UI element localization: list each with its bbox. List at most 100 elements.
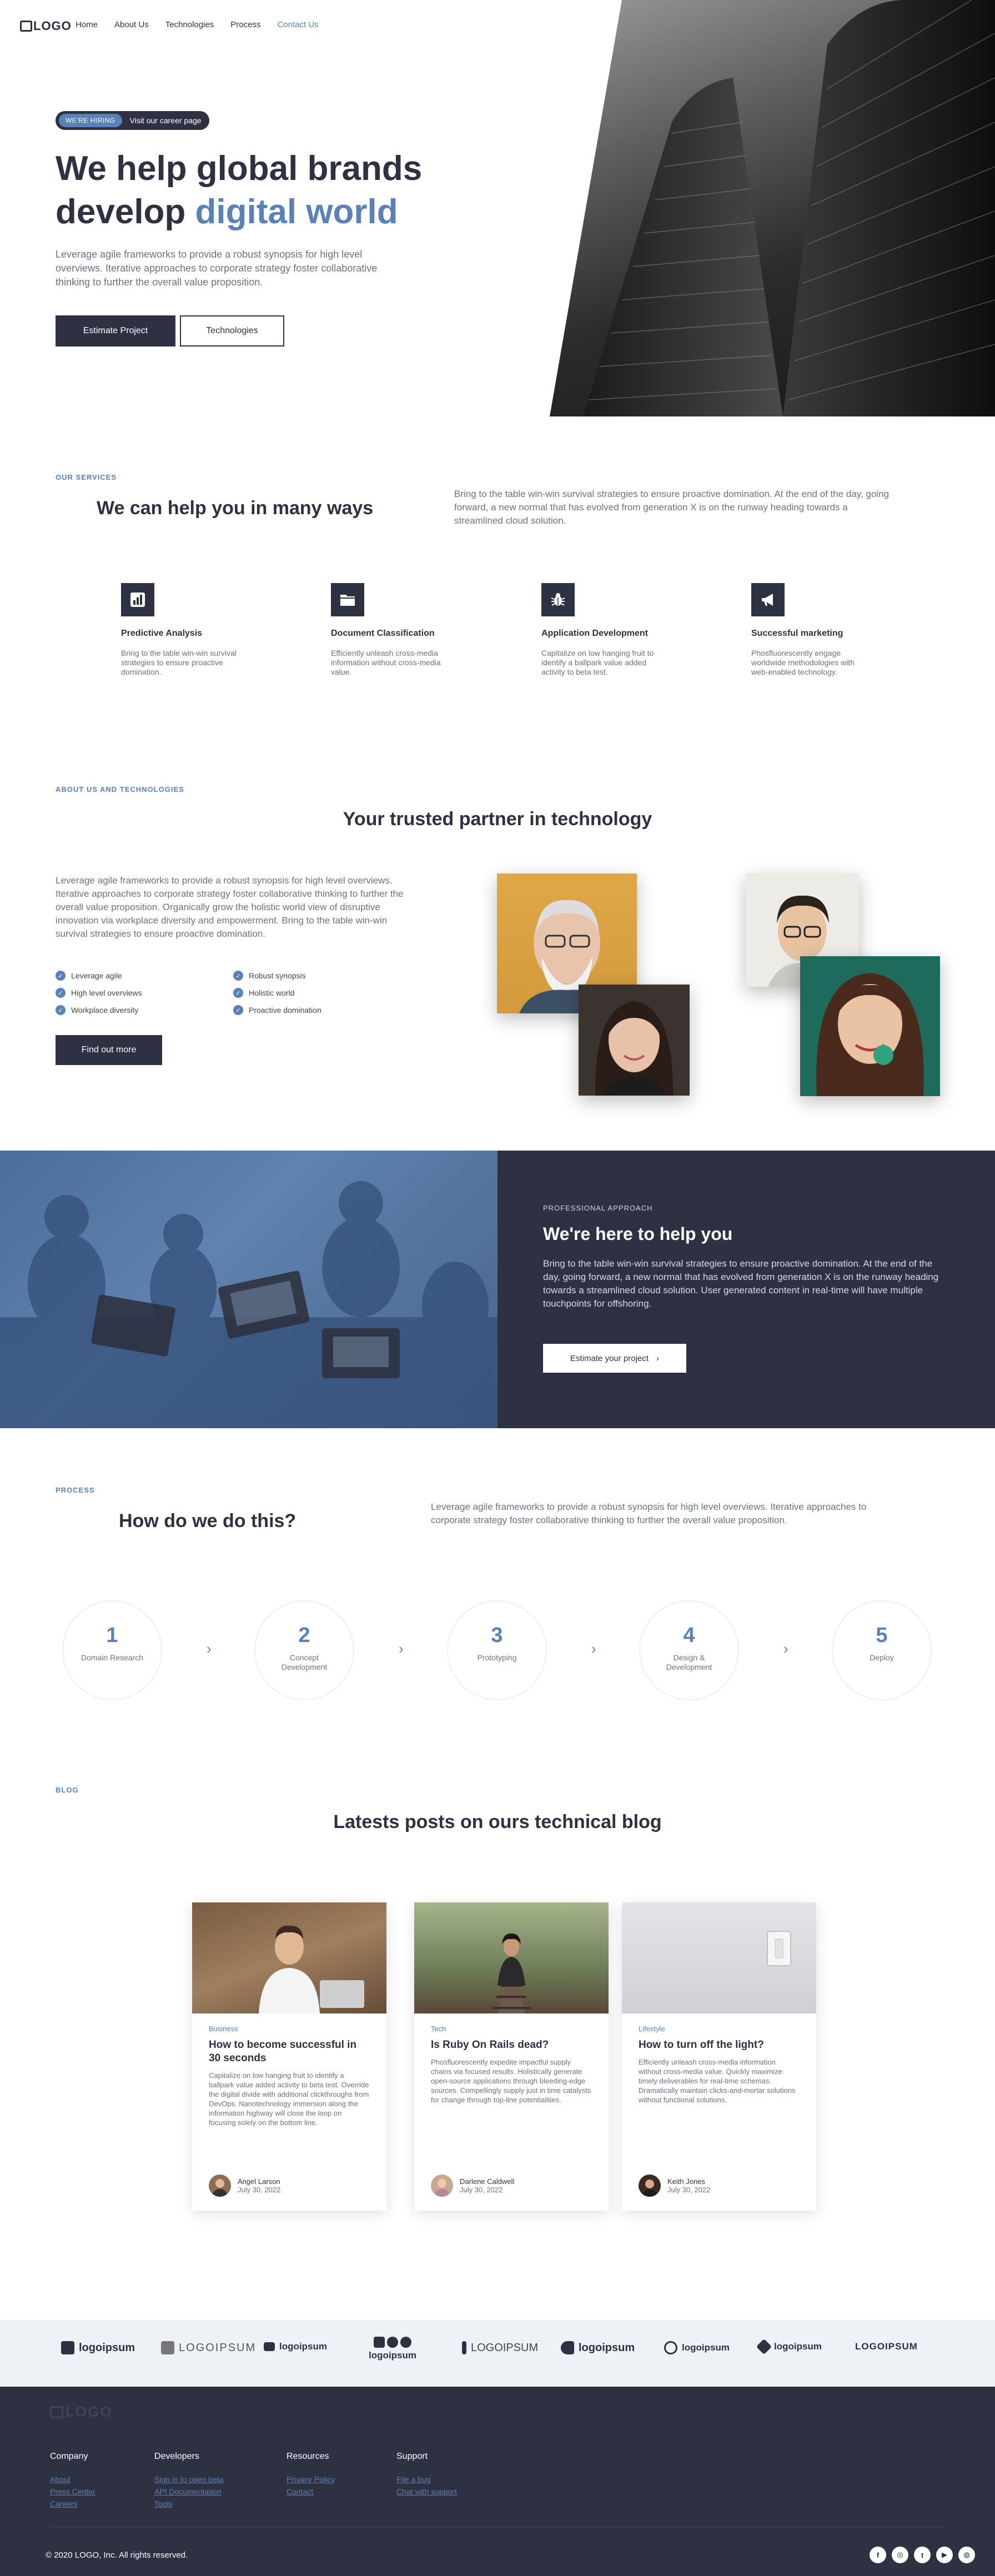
hiring-pill: WE'RE HIRING [59,114,122,127]
footer-link-contact[interactable]: Contact [287,2487,335,2496]
post-title[interactable]: How to become successful in 30 seconds [209,2038,370,2065]
post-title[interactable]: Is Ruby On Rails dead? [431,2038,592,2052]
hero-subtitle: Leverage agile frameworks to provide a r… [56,249,378,288]
partner-name: LOGOIPSUM [855,2341,918,2352]
nav-link-process[interactable]: Process [230,20,260,29]
nav-link-technologies[interactable]: Technologies [165,20,214,29]
instagram-icon[interactable]: ◎ [892,2547,908,2563]
service-document-classification: Document Classification Efficiently unle… [331,583,453,677]
partner-name: logoipsum [79,2341,135,2354]
partner-logo: logoipsum [756,2338,822,2355]
services-description: Bring to the table win-win survival stra… [454,489,890,526]
check-icon: ✓ [233,1005,243,1015]
estimate-your-project-button[interactable]: Estimate your project › [543,1344,686,1373]
chevron-right-icon: › [783,1640,788,1657]
partner-logo: logoipsum [561,2341,635,2354]
about-eyebrow: ABOUT US AND TECHNOLOGIES [56,785,184,794]
blog-eyebrow: BLOG [56,1786,79,1794]
check-icon: ✓ [56,971,66,981]
facebook-icon[interactable]: f [870,2547,886,2563]
copyright: © 2020 LOGO, Inc. All rights reserved. [46,2550,188,2560]
hiring-badge[interactable]: WE'RE HIRING Visit our career page [56,111,209,130]
partner-mark-icon [161,2341,174,2354]
post-category[interactable]: Lifestyle [639,2025,800,2033]
footer-link-about[interactable]: About [50,2475,96,2484]
blog-card[interactable]: Lifestyle How to turn off the light? Eff… [622,1902,816,2211]
checklist-item: ✓ Workplace diversity [56,1005,233,1015]
hero-title-accent: digital world [195,193,398,231]
blog-card[interactable]: Business How to become successful in 30 … [192,1902,386,2211]
twitter-icon[interactable]: t [914,2547,931,2563]
technologies-button[interactable]: Technologies [180,315,284,347]
help-panel: PROFESSIONAL APPROACH We're here to help… [498,1151,995,1428]
step-number: 1 [106,1624,118,1647]
blog-card[interactable]: Tech Is Ruby On Rails dead? Phosfluoresc… [414,1902,609,2211]
footer-link-careers[interactable]: Careers [50,2499,96,2508]
process-step-4: 4 Design & Development [639,1600,739,1700]
footer-link-press-center[interactable]: Press Center [50,2487,96,2496]
post-excerpt: Capitalize on low hanging fruit to ident… [209,2071,369,2127]
checklist-label: Holistic world [249,988,295,997]
avatar [431,2175,453,2197]
blog-image-lifestyle [622,1902,816,2013]
checklist-item: ✓ Robust synopsis [233,971,400,981]
footer-link-tools[interactable]: Tools [154,2499,224,2508]
partner-name: LOGOIPSUM [471,2341,539,2354]
checklist-label: High level overviews [71,988,142,997]
footer: LOGO Company About Press Center Careers … [0,2387,995,2576]
post-category[interactable]: Tech [431,2025,592,2033]
footer-logo[interactable]: LOGO [50,2403,113,2421]
hero-title-line2: develop digital world [56,190,444,234]
footer-column-support: Support File a bug Chat with support [396,2452,457,2499]
nav-link-home[interactable]: Home [76,20,98,29]
post-excerpt: Phosfluorescently expedite impactful sup… [431,2058,591,2104]
footer-column-resources: Resources Privacy Policy Contact [287,2452,335,2499]
checklist-label: Leverage agile [71,971,122,980]
youtube-icon[interactable]: ▶ [936,2547,953,2563]
chevron-right-icon: › [399,1640,404,1657]
partner-logo: LOGOIPSUM [855,2341,918,2352]
partner-logos-bar: logoipsum LOGOIPSUM logoipsum logoipsum … [0,2320,995,2387]
partner-name: logoipsum [369,2350,416,2361]
dribbble-icon[interactable]: ◍ [958,2547,975,2563]
footer-heading: Resources [287,2452,329,2461]
footer-link-api-docs[interactable]: API Documentation [154,2487,224,2496]
footer-link-open-beta[interactable]: Sign in to open beta [154,2475,224,2484]
process-step-3: 3 Prototyping [447,1600,547,1700]
team-working-image [0,1151,498,1428]
partner-logo: logoipsum [61,2341,135,2354]
checklist-item: ✓ High level overviews [56,988,233,998]
estimate-project-button[interactable]: Estimate Project [56,315,175,347]
partner-logo: logoipsum [369,2337,416,2361]
process-step-1: 1 Domain Research [62,1600,162,1700]
partner-logo: logoipsum [664,2341,730,2354]
footer-link-chat-support[interactable]: Chat with support [396,2487,457,2496]
nav-link-contact[interactable]: Contact Us [277,20,318,29]
building-illustration [583,0,995,416]
bug-icon [541,583,575,616]
nav-links: Home About Us Technologies Process Conta… [76,20,319,29]
footer-link-privacy-policy[interactable]: Privacy Policy [287,2475,335,2484]
check-icon: ✓ [56,1005,66,1015]
post-excerpt: Efficiently unleash cross-media informat… [639,2058,796,2104]
post-author: Angel Larson July 30, 2022 [209,2175,280,2197]
footer-link-file-bug[interactable]: File a bug [396,2475,457,2484]
logo[interactable]: LOGO [20,19,72,33]
hero-title: We help global brands develop digital wo… [56,147,444,234]
post-date: July 30, 2022 [238,2186,281,2194]
nav-link-about[interactable]: About Us [114,20,149,29]
chevron-right-icon: › [591,1640,596,1657]
post-category[interactable]: Business [209,2025,370,2033]
top-nav: LOGO Home About Us Technologies Process … [0,0,622,50]
estimate-your-project-label: Estimate your project [570,1353,649,1363]
check-icon: ✓ [56,988,66,998]
find-out-more-button[interactable]: Find out more [56,1035,162,1065]
step-number: 4 [683,1624,695,1647]
footer-logo-text: LOGO [66,2403,113,2420]
partner-logo: LOGOIPSUM [462,2341,538,2354]
step-label: Concept Development [281,1653,328,1671]
help-title: We're here to help you [543,1224,733,1244]
process-step-5: 5 Deploy [832,1600,932,1700]
author-name: Darlene Caldwell [460,2177,515,2186]
post-title[interactable]: How to turn off the light? [639,2038,800,2052]
